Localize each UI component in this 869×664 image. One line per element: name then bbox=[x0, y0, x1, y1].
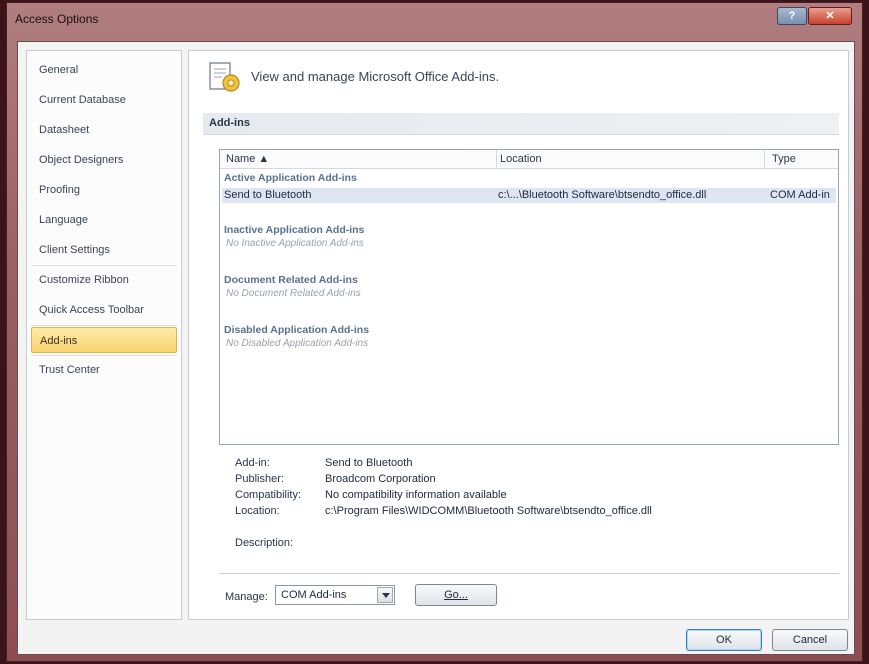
empty-message: No Disabled Application Add-ins bbox=[226, 338, 369, 349]
nav-item-add-ins[interactable]: Add-ins bbox=[31, 327, 177, 353]
title-bar[interactable]: Access Options ? ✕ bbox=[7, 3, 862, 37]
page-heading: View and manage Microsoft Office Add-ins… bbox=[251, 69, 500, 84]
cancel-button[interactable]: Cancel bbox=[772, 629, 848, 651]
empty-message: No Inactive Application Add-ins bbox=[226, 238, 364, 249]
column-divider[interactable] bbox=[764, 150, 765, 168]
location-value: c:\Program Files\WIDCOMM\Bluetooth Softw… bbox=[325, 505, 652, 517]
group-active-add-ins: Active Application Add-ins bbox=[224, 172, 357, 184]
location-label: Location: bbox=[235, 505, 280, 517]
group-document-related-add-ins: Document Related Add-ins bbox=[224, 274, 358, 286]
publisher-value: Broadcom Corporation bbox=[325, 473, 436, 485]
help-button[interactable]: ? bbox=[777, 7, 807, 25]
nav-item-proofing[interactable]: Proofing bbox=[31, 177, 177, 203]
add-ins-list[interactable]: Name ▲ Location Type Active Application … bbox=[219, 149, 839, 445]
nav-item-object-designers[interactable]: Object Designers bbox=[31, 147, 177, 173]
manage-dropdown[interactable]: COM Add-ins bbox=[275, 585, 395, 605]
column-divider[interactable] bbox=[496, 150, 497, 168]
nav-item-datasheet[interactable]: Datasheet bbox=[31, 117, 177, 143]
compatibility-value: No compatibility information available bbox=[325, 489, 507, 501]
section-header: Add-ins bbox=[203, 113, 839, 135]
nav-divider bbox=[31, 325, 177, 326]
add-ins-page-icon bbox=[209, 62, 240, 92]
list-header: Name ▲ Location Type bbox=[220, 150, 838, 169]
publisher-label: Publisher: bbox=[235, 473, 284, 485]
go-button[interactable]: Go... bbox=[415, 584, 497, 606]
window-title: Access Options bbox=[15, 12, 99, 26]
column-header-location[interactable]: Location bbox=[500, 153, 542, 165]
compatibility-label: Compatibility: bbox=[235, 489, 302, 501]
table-row[interactable]: Send to Bluetooth c:\...\Bluetooth Softw… bbox=[222, 188, 836, 203]
addin-label: Add-in: bbox=[235, 457, 270, 469]
nav-item-general[interactable]: General bbox=[31, 57, 177, 83]
row-name: Send to Bluetooth bbox=[224, 189, 312, 201]
description-label: Description: bbox=[235, 537, 294, 549]
empty-message: No Document Related Add-ins bbox=[226, 288, 361, 299]
section-title: Add-ins bbox=[209, 117, 250, 129]
column-header-name[interactable]: Name ▲ bbox=[226, 153, 269, 165]
group-inactive-add-ins: Inactive Application Add-ins bbox=[224, 224, 365, 236]
nav-item-quick-access-toolbar[interactable]: Quick Access Toolbar bbox=[31, 297, 177, 323]
nav-item-language[interactable]: Language bbox=[31, 207, 177, 233]
nav-item-client-settings[interactable]: Client Settings bbox=[31, 237, 177, 263]
divider bbox=[219, 573, 839, 574]
addin-value: Send to Bluetooth bbox=[325, 457, 413, 469]
close-button[interactable]: ✕ bbox=[808, 7, 852, 25]
nav-item-customize-ribbon[interactable]: Customize Ribbon bbox=[31, 267, 177, 293]
row-location: c:\...\Bluetooth Software\btsendto_offic… bbox=[498, 189, 707, 201]
chevron-down-icon[interactable] bbox=[377, 587, 393, 603]
nav-item-trust-center[interactable]: Trust Center bbox=[31, 357, 177, 383]
go-button-label: Go... bbox=[444, 589, 468, 601]
nav-divider bbox=[31, 265, 177, 266]
nav-divider bbox=[31, 355, 177, 356]
add-ins-panel: View and manage Microsoft Office Add-ins… bbox=[188, 50, 849, 620]
dialog-window: Access Options ? ✕ General Current Datab… bbox=[6, 2, 863, 662]
options-navigation: General Current Database Datasheet Objec… bbox=[26, 50, 182, 620]
ok-button[interactable]: OK bbox=[686, 629, 762, 651]
group-disabled-add-ins: Disabled Application Add-ins bbox=[224, 324, 370, 336]
column-header-type[interactable]: Type bbox=[772, 153, 796, 165]
row-type: COM Add-in bbox=[770, 189, 830, 201]
manage-selected-value: COM Add-ins bbox=[281, 589, 347, 601]
dialog-client-area: General Current Database Datasheet Objec… bbox=[17, 41, 855, 655]
manage-label: Manage: bbox=[225, 591, 268, 603]
nav-item-current-database[interactable]: Current Database bbox=[31, 87, 177, 113]
